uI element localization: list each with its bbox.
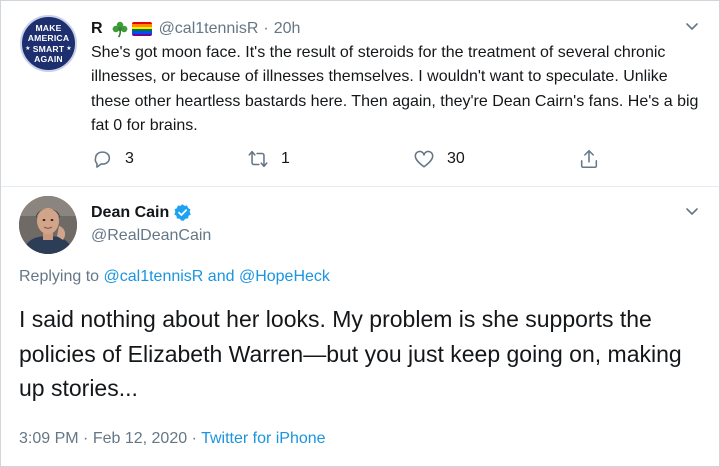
- handle[interactable]: @RealDeanCain: [91, 227, 211, 245]
- tweet-source-link[interactable]: Twitter for iPhone: [201, 430, 326, 447]
- profile-photo: [19, 196, 77, 254]
- star-icon: ★: [25, 45, 31, 52]
- reply-icon: [94, 151, 111, 168]
- avatar[interactable]: [19, 196, 77, 254]
- mention-link[interactable]: @cal1tennisR: [104, 268, 204, 285]
- share-button[interactable]: [578, 147, 600, 171]
- retweet-icon: [248, 150, 268, 168]
- share-icon: [580, 149, 598, 169]
- chevron-down-icon[interactable]: [684, 18, 700, 34]
- tweet-time[interactable]: 3:09 PM: [19, 430, 79, 447]
- reply-count: 3: [125, 150, 134, 167]
- avatar-text-line: MAKE: [35, 22, 62, 33]
- display-name[interactable]: R: [91, 20, 103, 38]
- avatar-text-line: AMERICA: [27, 33, 70, 43]
- retweet-count: 1: [281, 150, 290, 167]
- tweet-text: She's got moon face. It's the result of …: [91, 44, 699, 135]
- shamrock-icon: [112, 21, 127, 38]
- reply-tweet[interactable]: MAKE AMERICA ★ SMART ★ AGAIN R @cal1tenn…: [1, 1, 719, 187]
- like-count: 30: [447, 150, 465, 167]
- separator-dot: ·: [263, 20, 269, 37]
- avatar-text-line: AGAIN: [34, 54, 63, 64]
- timestamp[interactable]: 20h: [274, 20, 301, 38]
- tweet-thread: MAKE AMERICA ★ SMART ★ AGAIN R @cal1tenn…: [0, 0, 720, 467]
- chevron-down-icon[interactable]: [684, 203, 700, 219]
- avatar-text-row: ★ SMART ★: [25, 44, 72, 55]
- tweet-text: I said nothing about her looks. My probl…: [19, 306, 682, 401]
- display-name[interactable]: Dean Cain: [91, 204, 169, 222]
- reply-button[interactable]: 3: [91, 147, 134, 171]
- separator-dot: ·: [191, 430, 197, 447]
- heart-icon: [414, 150, 434, 168]
- avatar[interactable]: MAKE AMERICA ★ SMART ★ AGAIN: [20, 15, 77, 72]
- handle[interactable]: @cal1tennisR: [159, 20, 259, 38]
- separator-dot: ·: [83, 430, 89, 447]
- author-name-row: Dean Cain: [91, 203, 192, 222]
- verified-badge-icon: [174, 204, 191, 221]
- avatar-text-line: SMART: [32, 43, 65, 54]
- tweet-header: R @cal1tennisR · 20h: [91, 19, 300, 39]
- tweet-date[interactable]: Feb 12, 2020: [93, 430, 187, 447]
- replying-to: Replying to @cal1tennisR and @HopeHeck: [19, 268, 330, 286]
- retweet-button[interactable]: 1: [247, 147, 290, 171]
- mention-link[interactable]: @HopeHeck: [239, 268, 330, 285]
- tweet-metadata: 3:09 PM · Feb 12, 2020 · Twitter for iPh…: [19, 430, 326, 448]
- replying-joiner: and: [207, 268, 235, 285]
- rainbow-flag-icon: [131, 22, 152, 36]
- replying-prefix: Replying to: [19, 268, 100, 285]
- action-bar: 3 1 30: [91, 147, 631, 171]
- like-button[interactable]: 30: [413, 147, 465, 171]
- star-icon: ★: [66, 45, 72, 52]
